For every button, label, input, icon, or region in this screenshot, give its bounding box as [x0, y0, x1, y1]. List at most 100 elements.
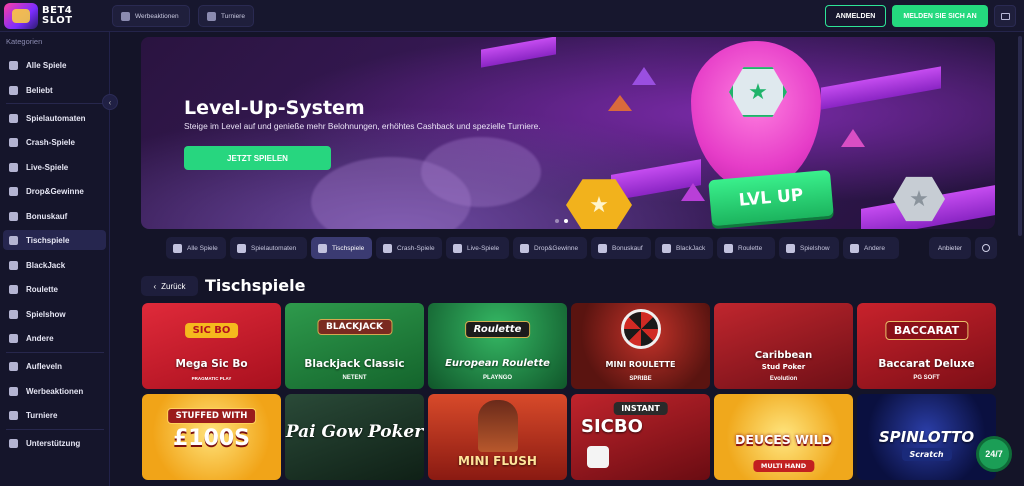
game-badge: BLACKJACK: [316, 319, 393, 335]
more-icon: [850, 243, 859, 253]
sidebar-item-all-games[interactable]: Alle Spiele: [3, 55, 106, 75]
game-tile-instant-sicbo[interactable]: INSTANT SICBO: [571, 394, 710, 480]
nav-promotions-label: Werbeaktionen: [135, 12, 179, 20]
sidebar-item-live[interactable]: Live-Spiele: [3, 157, 106, 177]
sidebar-item-label: Roulette: [26, 284, 58, 294]
level-icon: [9, 361, 18, 371]
live-chat-button[interactable]: 24/7: [976, 436, 1012, 472]
game-provider: Evolution: [769, 376, 798, 382]
more-icon: [9, 333, 18, 343]
login-button[interactable]: ANMELDEN: [825, 5, 886, 27]
cards-icon: [318, 243, 327, 253]
site-logo[interactable]: BET4 SLOT: [4, 3, 84, 29]
filter-table-games[interactable]: Tischspiele: [311, 237, 372, 259]
sidebar-item-game-show[interactable]: Spielshow: [3, 304, 106, 324]
pagination-dot-active[interactable]: [564, 219, 568, 223]
banner-pagination: [555, 219, 568, 223]
filter-slots[interactable]: Spielautomaten: [230, 237, 307, 259]
live-icon: [453, 243, 462, 253]
sidebar-divider: [6, 429, 104, 430]
game-name: MINI FLUSH: [458, 454, 537, 468]
page-scrollbar[interactable]: [1018, 36, 1022, 236]
filter-crash[interactable]: Crash-Spiele: [376, 237, 442, 259]
filter-label: BlackJack: [676, 244, 706, 252]
sidebar-item-other[interactable]: Andere: [3, 328, 106, 348]
game-tile-stuffed-with-100s[interactable]: STUFFED WITH £100S: [142, 394, 281, 480]
game-badge: Stud Poker: [761, 363, 806, 371]
game-tile-mini-roulette[interactable]: MINI ROULETTE SPRIBE: [571, 303, 710, 389]
chip-icon: [662, 243, 671, 253]
logo-emblem-icon: [4, 3, 38, 29]
sidebar-item-label: Bonuskauf: [26, 211, 68, 221]
filter-label: Roulette: [738, 244, 763, 252]
filter-drops[interactable]: Drop&Gewinne: [513, 237, 587, 259]
sidebar-item-bonus-buy[interactable]: Bonuskauf: [3, 206, 106, 226]
sidebar-item-table-games[interactable]: Tischspiele: [3, 230, 106, 250]
sidebar-divider: [6, 352, 104, 353]
game-badge: SIC BO: [184, 323, 239, 338]
chevron-left-icon: ‹: [153, 281, 157, 291]
game-tile-baccarat-deluxe[interactable]: BACCARAT Baccarat Deluxe PG SOFT: [857, 303, 996, 389]
provider-filter-button[interactable]: Anbieter: [929, 237, 971, 259]
game-provider: NETENT: [342, 375, 367, 381]
grid-icon: [9, 60, 18, 70]
sidebar-item-promotions[interactable]: Werbeaktionen: [3, 381, 106, 401]
game-name: Caribbean: [754, 350, 813, 361]
filter-label: Spielshow: [800, 244, 830, 252]
game-tile-mini-flush[interactable]: MINI FLUSH: [428, 394, 567, 480]
filter-live[interactable]: Live-Spiele: [446, 237, 509, 259]
sidebar-item-drops[interactable]: Drop&Gewinne: [3, 181, 106, 201]
sidebar-item-crash[interactable]: Crash-Spiele: [3, 132, 106, 152]
sidebar-item-support[interactable]: Unterstützung: [3, 433, 106, 453]
promo-banner[interactable]: ★ ★ ★ LVL UP Level-Up-System Steige im L…: [141, 37, 995, 229]
game-tile-deuces-wild[interactable]: DEUCES WILD MULTI HAND: [714, 394, 853, 480]
top-bar: BET4 SLOT Werbeaktionen Turniere ANMELDE…: [0, 0, 1024, 32]
banner-subtitle: Steige im Level auf und genieße mehr Bel…: [184, 121, 541, 131]
game-provider: SPRIBE: [629, 376, 652, 382]
sidebar-item-tournaments[interactable]: Turniere: [3, 405, 106, 425]
filter-blackjack[interactable]: BlackJack: [655, 237, 713, 259]
megaphone-icon: [121, 11, 130, 21]
game-name: Baccarat Deluxe: [878, 358, 975, 370]
gift-icon: [9, 211, 18, 221]
sidebar-item-level-up[interactable]: Aufleveln: [3, 356, 106, 376]
game-tile-spinlotto[interactable]: SPINLOTTO Scratch: [857, 394, 996, 480]
pagination-dot[interactable]: [555, 219, 559, 223]
filter-label: Tischspiele: [332, 244, 365, 252]
banner-cta-button[interactable]: JETZT SPIELEN: [184, 146, 331, 170]
sidebar-item-roulette[interactable]: Roulette: [3, 279, 106, 299]
sidebar-collapse-button[interactable]: ‹: [102, 94, 118, 110]
nav-tournaments-button[interactable]: Turniere: [198, 5, 254, 27]
register-button[interactable]: MELDEN SIE SICH AN: [892, 5, 988, 27]
sidebar-item-label: Tischspiele: [26, 235, 70, 245]
sidebar-item-blackjack[interactable]: BlackJack: [3, 255, 106, 275]
game-badge: Roulette: [464, 321, 531, 338]
search-button[interactable]: [975, 237, 997, 259]
settings-button[interactable]: [994, 5, 1016, 27]
live-icon: [9, 162, 18, 172]
sidebar-item-label: Alle Spiele: [26, 60, 67, 70]
filter-all-games[interactable]: Alle Spiele: [166, 237, 226, 259]
grid-icon: [173, 243, 182, 253]
trophy-icon: [9, 410, 18, 420]
nav-promotions-button[interactable]: Werbeaktionen: [112, 5, 190, 27]
game-tile-pai-gow-poker[interactable]: Pai Gow Poker: [285, 394, 424, 480]
game-tile-mega-sic-bo[interactable]: SIC BO Mega Sic Bo PRAGMATIC PLAY: [142, 303, 281, 389]
nav-tournaments-label: Turniere: [221, 12, 245, 20]
game-tile-blackjack-classic[interactable]: BLACKJACK Blackjack Classic NETENT: [285, 303, 424, 389]
game-tile-european-roulette[interactable]: Roulette European Roulette PLAYNGO: [428, 303, 567, 389]
sidebar-item-slots[interactable]: Spielautomaten: [3, 108, 106, 128]
filter-game-show[interactable]: Spielshow: [779, 237, 839, 259]
back-button[interactable]: ‹ Zurück: [141, 276, 198, 296]
filter-label: Crash-Spiele: [397, 244, 435, 252]
game-name: Blackjack Classic: [304, 358, 405, 370]
game-provider: PG SOFT: [913, 375, 940, 381]
sidebar-item-popular[interactable]: Beliebt: [3, 80, 106, 100]
roulette-wheel-icon: [621, 309, 661, 349]
filter-other[interactable]: Andere: [843, 237, 899, 259]
filter-roulette[interactable]: Roulette: [717, 237, 775, 259]
game-provider: PRAGMATIC PLAY: [191, 376, 232, 381]
sidebar-item-label: Spielshow: [26, 309, 66, 319]
filter-bonus-buy[interactable]: Bonuskauf: [591, 237, 651, 259]
game-tile-caribbean-stud[interactable]: Caribbean Stud Poker Evolution: [714, 303, 853, 389]
